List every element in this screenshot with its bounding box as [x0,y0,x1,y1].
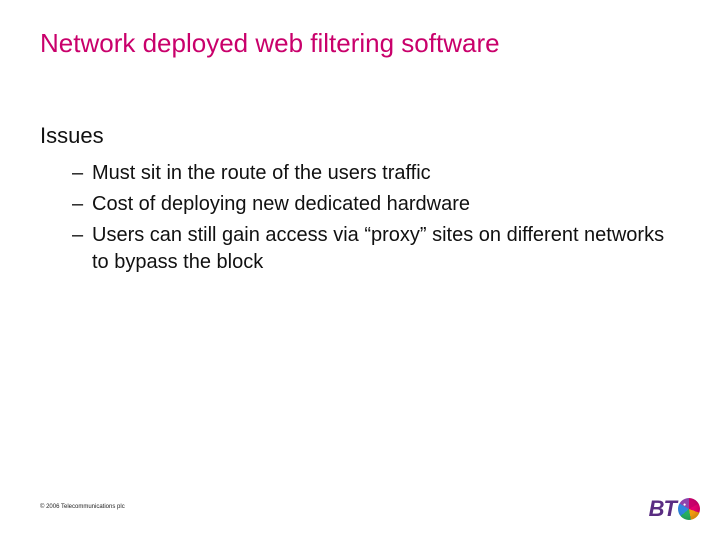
slide-title: Network deployed web filtering software [40,28,680,59]
dash-icon: – [72,160,92,187]
list-item: – Must sit in the route of the users tra… [72,160,670,187]
bt-logo: BT [649,496,700,522]
logo-text: BT [649,496,676,522]
list-item: – Cost of deploying new dedicated hardwa… [72,191,670,218]
dash-icon: – [72,191,92,218]
globe-icon [678,498,700,520]
bullet-text: Must sit in the route of the users traff… [92,160,670,187]
issues-heading: Issues [40,123,104,149]
bullet-text: Cost of deploying new dedicated hardware [92,191,670,218]
slide: Network deployed web filtering software … [0,0,720,540]
copyright-footer: © 2006 Telecommunications plc [40,504,125,510]
bullet-text: Users can still gain access via “proxy” … [92,222,670,276]
bullet-list: – Must sit in the route of the users tra… [72,160,670,280]
dash-icon: – [72,222,92,276]
list-item: – Users can still gain access via “proxy… [72,222,670,276]
